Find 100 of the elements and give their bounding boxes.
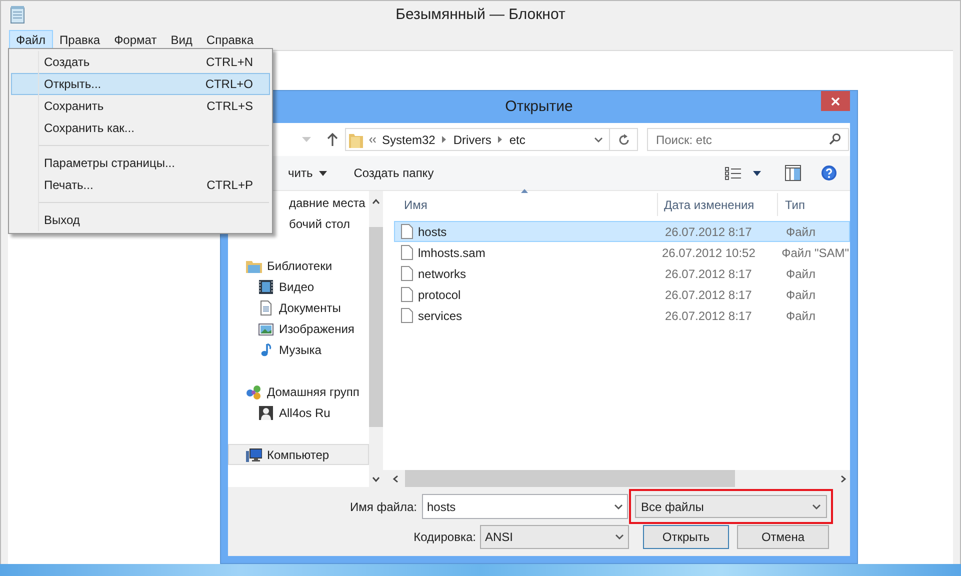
new-folder-button[interactable]: Создать папку	[354, 164, 434, 182]
file-type: Файл	[785, 308, 816, 324]
caret-icon[interactable]	[753, 170, 761, 176]
nav-pane-item[interactable]: Компьютер	[228, 444, 369, 465]
menu-item[interactable]: Создать CTRL+N	[11, 51, 270, 73]
folder-icon	[349, 132, 363, 148]
file-type-dropdown[interactable]: Все файлы	[635, 495, 827, 518]
encoding-label: Кодировка:	[412, 529, 477, 546]
menu-item[interactable]: Печать... CTRL+P	[11, 174, 270, 196]
notepad-icon	[10, 6, 26, 24]
column-header[interactable]: Тип	[778, 193, 850, 216]
menu-item-label: Сохранить как...	[44, 120, 134, 137]
file-name: services	[418, 308, 462, 324]
sort-arrow-icon	[521, 189, 528, 193]
menu-bar-item[interactable]: Справка	[199, 30, 260, 50]
chevron-right-icon[interactable]	[841, 474, 846, 482]
file-row[interactable]: lmhosts.sam 26.07.2012 10:52 Файл "SAM"	[394, 242, 850, 263]
menu-item[interactable]: Сохранить как...	[11, 117, 270, 139]
file-row[interactable]: services 26.07.2012 8:17 Файл	[394, 305, 850, 326]
search-icon	[829, 133, 841, 145]
up-arrow-icon[interactable]	[327, 133, 338, 146]
image-icon	[258, 320, 274, 336]
double-chevron-icon[interactable]	[369, 136, 376, 142]
close-button[interactable]	[821, 91, 850, 111]
menu-item[interactable]: Открыть... CTRL+O	[11, 73, 270, 95]
chevron-left-icon[interactable]	[393, 474, 398, 482]
shortcut-label: CTRL+O	[205, 76, 253, 93]
nav-pane-item[interactable]: Видео	[228, 276, 369, 297]
film-icon	[258, 278, 274, 294]
file-type: Файл	[785, 224, 816, 240]
file-date: 26.07.2012 8:17	[664, 266, 753, 282]
open-button[interactable]: Открыть	[643, 525, 729, 549]
file-name: networks	[418, 266, 466, 282]
window-title: Безымянный — Блокнот	[396, 4, 566, 25]
menu-item[interactable]: Параметры страницы...	[11, 152, 270, 174]
menu-item-label: Сохранить	[44, 98, 104, 115]
address-bar[interactable]: System32 Drivers etc	[345, 128, 610, 151]
breadcrumb-arrow-icon[interactable]	[498, 136, 502, 143]
menu-item[interactable]: Сохранить CTRL+S	[11, 95, 270, 117]
file-name: protocol	[418, 286, 461, 304]
cancel-button[interactable]: Отмена	[737, 525, 829, 549]
refresh-button[interactable]	[610, 128, 638, 151]
view-list-icon[interactable]	[725, 166, 741, 180]
file-date: 26.07.2012 8:17	[664, 286, 753, 304]
breadcrumb-item[interactable]: Drivers	[453, 130, 492, 148]
chevron-down-icon[interactable]	[372, 477, 380, 482]
menu-bar-item[interactable]: Файл	[9, 30, 53, 50]
file-icon	[401, 245, 413, 260]
preview-pane-icon[interactable]	[785, 165, 801, 181]
encoding-dropdown[interactable]: ANSI	[480, 525, 629, 549]
file-name: lmhosts.sam	[418, 244, 486, 262]
chevron-down-icon	[812, 504, 821, 510]
file-row[interactable]: protocol 26.07.2012 8:17 Файл	[394, 284, 850, 305]
file-type: Файл "SAM"	[780, 244, 849, 262]
breadcrumb-item[interactable]: System32	[382, 130, 436, 148]
scrollbar-thumb[interactable]	[405, 470, 735, 487]
file-name-field[interactable]: hosts	[422, 494, 628, 519]
nav-pane-item[interactable]: Документы	[228, 297, 369, 318]
shortcut-label: CTRL+S	[206, 98, 253, 115]
user-silhouette-icon	[258, 404, 274, 420]
dialog-title: Открытие	[505, 96, 573, 117]
menu-bar-item[interactable]: Формат	[107, 30, 164, 50]
chevron-up-icon[interactable]	[372, 199, 380, 204]
menu-bar-item[interactable]: Правка	[52, 30, 108, 50]
chevron-down-icon[interactable]	[594, 136, 603, 142]
column-header[interactable]: Дата изменения	[658, 193, 778, 216]
horizontal-scrollbar[interactable]	[383, 470, 850, 487]
chevron-down-icon[interactable]	[614, 504, 623, 510]
computer-icon	[246, 446, 262, 462]
shortcut-label: CTRL+N	[206, 54, 253, 71]
help-icon[interactable]	[821, 165, 837, 181]
caret-icon	[318, 170, 327, 176]
menu-item[interactable]: Выход	[11, 209, 270, 231]
organize-menu-button[interactable]: чить	[288, 164, 327, 182]
nav-pane-item[interactable]: All4os Ru	[228, 402, 369, 423]
menu-bar-item[interactable]: Вид	[164, 30, 200, 50]
menu-item-label: Выход	[44, 212, 80, 229]
menu-item-label: Создать	[44, 54, 90, 71]
scrollbar-thumb[interactable]	[369, 227, 383, 427]
file-icon	[401, 287, 413, 302]
file-row[interactable]: hosts 26.07.2012 8:17 Файл	[394, 221, 850, 242]
vertical-scrollbar[interactable]	[369, 191, 383, 487]
file-row[interactable]: networks 26.07.2012 8:17 Файл	[394, 263, 850, 284]
menu-item-label: Открыть...	[44, 76, 102, 93]
file-date: 26.07.2012 8:17	[664, 224, 753, 240]
refresh-icon	[618, 134, 630, 146]
file-date: 26.07.2012 10:52	[660, 244, 756, 262]
chevron-down-icon	[615, 534, 624, 540]
file-icon	[401, 308, 413, 323]
breadcrumb-item[interactable]: etc	[509, 130, 526, 148]
file-type: Файл	[785, 286, 816, 304]
breadcrumb-arrow-icon[interactable]	[442, 136, 446, 143]
nav-pane-item[interactable]: Домашняя групп	[228, 381, 369, 402]
nav-pane-item[interactable]: Музыка	[228, 339, 369, 360]
file-icon	[401, 266, 413, 281]
file-name: hosts	[418, 224, 447, 240]
search-field[interactable]: Поиск: etc	[647, 128, 849, 151]
file-type: Файл	[785, 266, 816, 282]
nav-pane-item[interactable]: Библиотеки	[228, 255, 369, 276]
nav-pane-item[interactable]: Изображения	[228, 318, 369, 339]
